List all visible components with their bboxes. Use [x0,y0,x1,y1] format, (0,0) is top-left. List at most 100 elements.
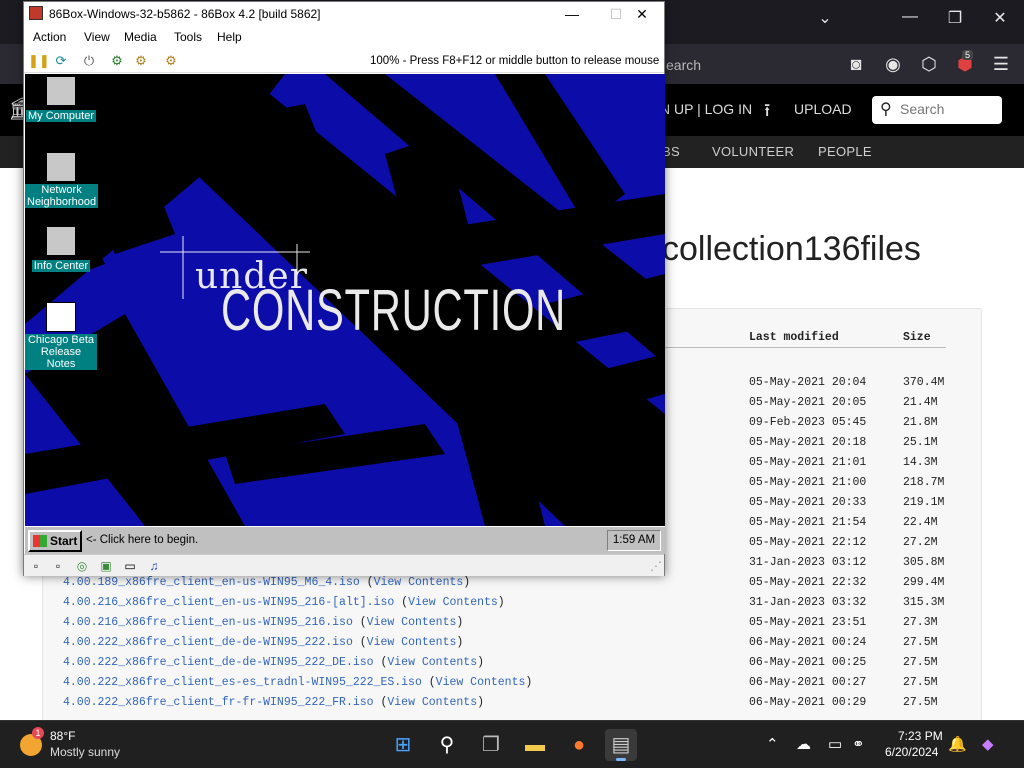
desktop-icon-label: Network Neighborhood [25,184,99,208]
guest-screen[interactable]: under CONSTRUCTION My Computer Network N… [25,74,665,526]
86box-taskbar-icon[interactable]: ▤ [605,729,637,761]
weather-condition[interactable]: Mostly sunny [50,745,120,759]
weather-temperature[interactable]: 88°F [50,729,75,743]
86box-window[interactable]: 86Box-Windows-32-b5862 - 86Box 4.2 [buil… [23,1,665,576]
clock-time[interactable]: 7:23 PM [898,729,943,743]
pause-icon[interactable]: ❚❚ [28,52,50,70]
search-taskbar-icon[interactable]: ⚲ [431,729,463,761]
menu-icon[interactable]: ☰ [990,54,1012,76]
last-modified-cell: 05-May-2021 22:32 [749,576,867,589]
hard-reset-icon[interactable]: ⟳ [52,52,70,70]
tray-chevron-icon[interactable]: ⌃ [766,735,779,753]
settings-icon[interactable]: ⚙ [162,52,180,70]
vm-close-button[interactable]: ✕ [622,4,662,24]
file-name-link[interactable]: 4.00.189_x86fre_client_en-us-WIN95_M6_4.… [63,576,470,589]
size-cell: 21.4M [903,396,938,409]
last-modified-cell: 06-May-2021 00:24 [749,636,867,649]
upload-icon[interactable]: ⭱ [764,98,770,128]
size-cell: 21.8M [903,416,938,429]
clock-date[interactable]: 6/20/2024 [885,745,938,759]
minimize-button[interactable]: — [895,8,925,26]
file-name-link[interactable]: 4.00.222_x86fre_client_de-de-WIN95_222_D… [63,656,484,669]
firefox-icon[interactable]: ● [563,729,595,761]
desktop-icon-label: My Computer [25,110,97,122]
tab-list-chevron-icon[interactable]: ⌄ [810,8,840,28]
ctrl-alt-del-icon[interactable]: ⚙ [108,52,126,70]
vm-minimize-button[interactable]: — [552,4,592,24]
header-divider [662,347,946,348]
file-explorer-icon[interactable]: ▬ [519,729,551,761]
last-modified-cell: 06-May-2021 00:25 [749,656,867,669]
sound-icon[interactable]: ♫ [146,558,162,574]
size-cell: 27.5M [903,676,938,689]
network-adapter-icon[interactable]: ▭ [122,558,138,574]
desktop-icon-label: Chicago Beta Release Notes [25,334,97,370]
column-header-size[interactable]: Size [903,331,931,344]
last-modified-cell: 05-May-2021 20:33 [749,496,867,509]
view-contents: (View Contents) [352,636,464,649]
hdd-icon[interactable]: ▣ [98,558,114,574]
view-contents-link[interactable]: View Contents [387,696,477,709]
file-name-link[interactable]: 4.00.222_x86fre_client_fr-fr-WIN95_222_F… [63,696,484,709]
vm-titlebar[interactable]: 86Box-Windows-32-b5862 - 86Box 4.2 [buil… [24,2,664,26]
close-button[interactable]: ✕ [985,8,1015,28]
guest-clock[interactable]: 1:59 AM [607,530,661,551]
desktop-icon-label: Info Center [31,260,91,272]
restore-button[interactable]: ❐ [940,8,970,28]
signup-login-link[interactable]: N UP | LOG IN [660,101,752,117]
view-contents-link[interactable]: View Contents [367,616,457,629]
desktop-icon-my-computer[interactable]: My Computer [25,76,97,124]
view-contents-link[interactable]: View Contents [387,656,477,669]
task-view-icon[interactable]: ❐ [475,729,507,761]
file-name-link[interactable]: 4.00.222_x86fre_client_es-es_tradnl-WIN9… [63,676,532,689]
last-modified-cell: 31-Jan-2023 03:12 [749,556,867,569]
extensions-icon[interactable]: ⬡ [918,54,940,76]
file-name-link[interactable]: 4.00.216_x86fre_client_en-us-WIN95_216-[… [63,596,505,609]
start-windows-icon[interactable]: ⊞ [387,729,419,761]
view-contents-link[interactable]: View Contents [436,676,526,689]
vm-status-message: 100% - Press F8+F12 or middle button to … [370,55,660,67]
cdrom-icon[interactable]: ◎ [74,558,90,574]
address-bar[interactable]: earch [640,52,820,78]
vm-window-title: 86Box-Windows-32-b5862 - 86Box 4.2 [buil… [49,7,321,21]
floppy-icon[interactable]: ▫ [28,558,44,574]
menu-media[interactable]: Media [124,30,157,44]
menu-action[interactable]: Action [33,30,66,44]
vm-statusbar: ▫ ▫ ◎ ▣ ▭ ♫ ⋰ [24,554,664,576]
display-icon[interactable]: ▭ [828,735,842,753]
notification-bell-icon[interactable]: 🔔 [948,735,967,753]
network-icon[interactable]: ⚭ [852,735,865,753]
last-modified-cell: 05-May-2021 20:05 [749,396,867,409]
menu-tools[interactable]: Tools [174,30,202,44]
search-input[interactable] [900,101,996,117]
column-header-last-modified[interactable]: Last modified [749,331,839,344]
ctrl-alt-esc-icon[interactable]: ⚙ [132,52,150,70]
acpi-shutdown-icon[interactable]: ⏻ [80,52,98,70]
weather-notification-badge: 1 [32,727,44,739]
file-name-link[interactable]: 4.00.222_x86fre_client_de-de-WIN95_222.i… [63,636,463,649]
guest-start-button[interactable]: Start [28,530,82,552]
desktop-icon-release-notes[interactable]: Chicago Beta Release Notes [25,302,97,372]
copilot-icon[interactable]: ◆ [982,735,994,753]
nav-item-people[interactable]: PEOPLE [818,144,872,159]
nav-item-volunteer[interactable]: VOLUNTEER [712,144,794,159]
view-contents: (View Contents) [421,676,533,689]
view-contents-link[interactable]: View Contents [374,576,464,589]
menu-help[interactable]: Help [217,30,242,44]
file-name-link[interactable]: 4.00.216_x86fre_client_en-us-WIN95_216.i… [63,616,463,629]
resize-grip-icon[interactable]: ⋰ [648,558,664,574]
account-icon[interactable]: ◉ [882,54,904,76]
floppy2-icon[interactable]: ▫ [50,558,66,574]
ia-search-box[interactable]: ⚲ [872,96,1002,124]
menu-view[interactable]: View [84,30,110,44]
network-icon [46,152,76,182]
view-contents-link[interactable]: View Contents [408,596,498,609]
last-modified-cell: 05-May-2021 23:51 [749,616,867,629]
desktop-icon-info-center[interactable]: Info Center [25,226,97,274]
desktop-icon-network-neighborhood[interactable]: Network Neighborhood [25,152,99,210]
view-contents: (View Contents) [359,576,471,589]
cloud-offline-icon[interactable]: ☁ [796,735,811,753]
pocket-icon[interactable]: ◙ [845,54,867,76]
upload-link[interactable]: UPLOAD [794,101,852,117]
view-contents-link[interactable]: View Contents [367,636,457,649]
